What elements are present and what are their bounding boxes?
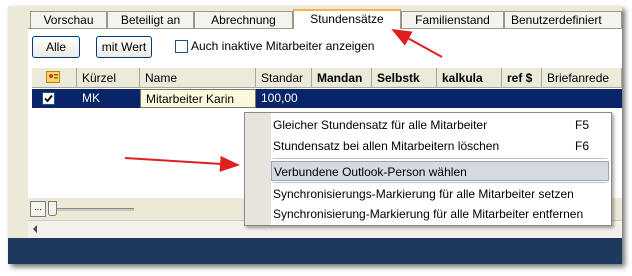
arrow-to-menu-item-icon (124, 155, 240, 172)
arrow-to-tab-icon (391, 29, 443, 58)
tab-stundensaetze[interactable]: Stundensätze (293, 9, 401, 29)
annotation-arrows (124, 29, 443, 172)
